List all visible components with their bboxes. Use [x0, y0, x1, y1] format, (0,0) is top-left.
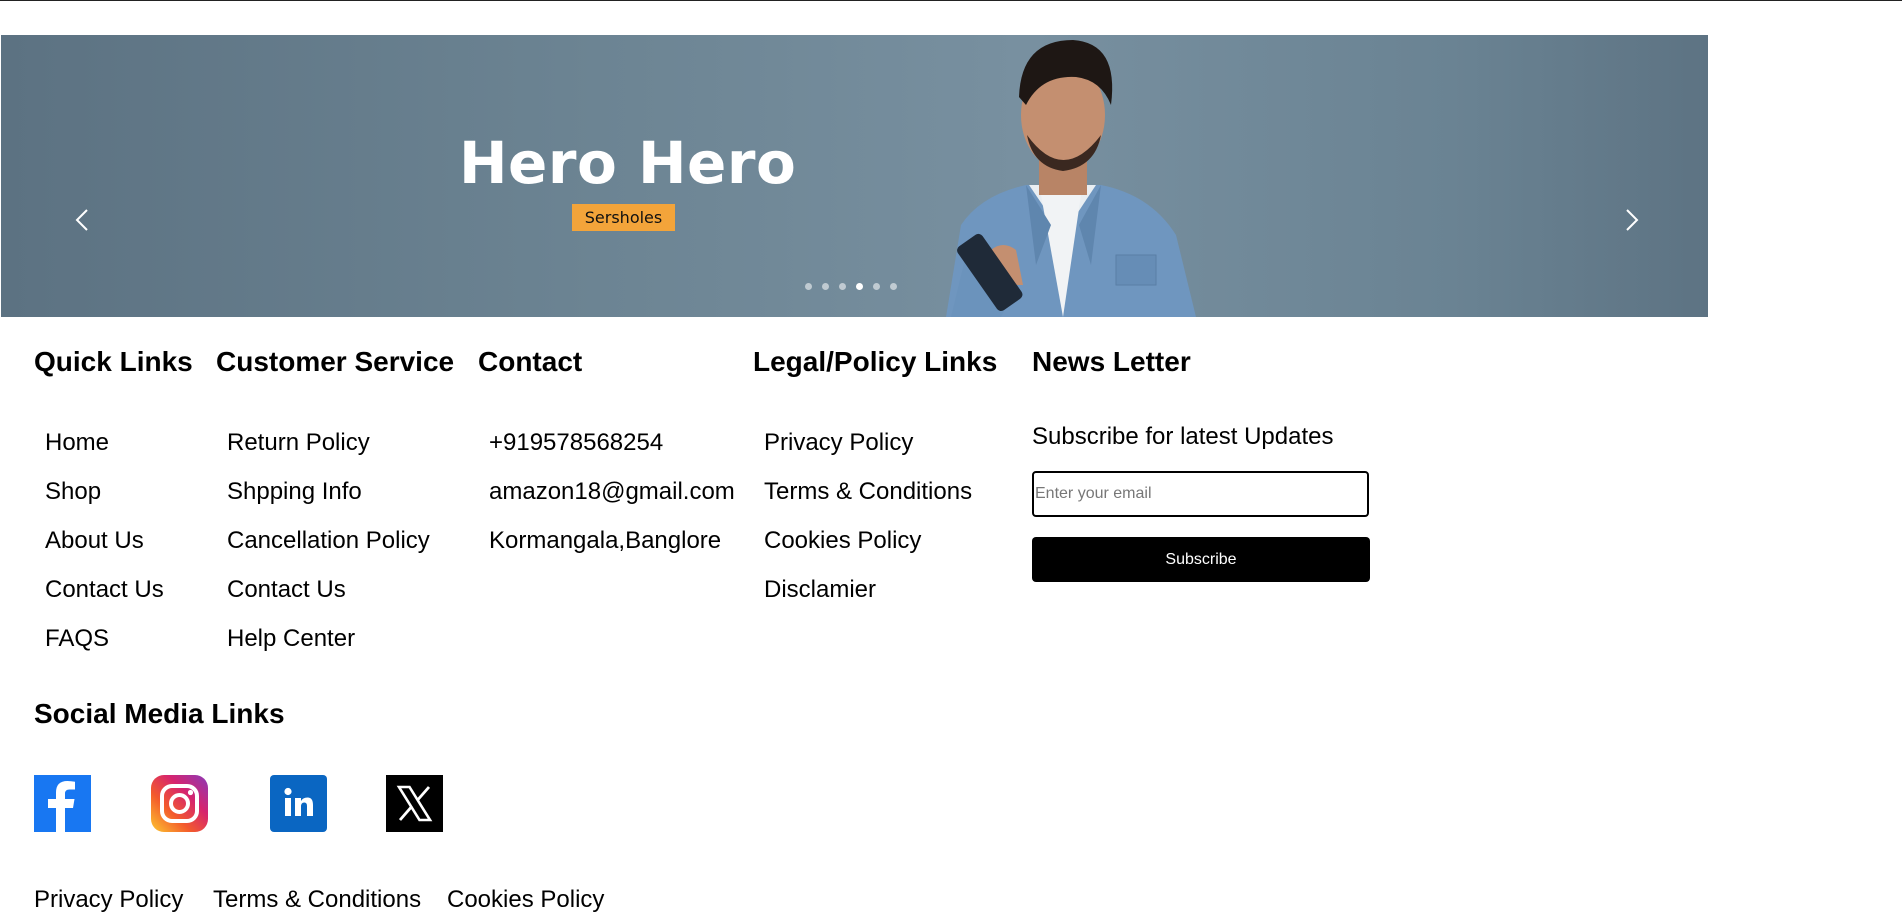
legal-link-privacy-policy[interactable]: Privacy Policy [764, 431, 972, 480]
quick-link-shop[interactable]: Shop [45, 480, 164, 529]
legal-links-section: Legal/Policy Links Privacy Policy Terms … [753, 346, 998, 602]
chevron-left-icon [75, 209, 88, 231]
quick-link-about-us[interactable]: About Us [45, 529, 164, 578]
contact-address: Kormangala,Banglore [489, 527, 722, 554]
hero-tag-badge: Sersholes [572, 204, 675, 231]
customer-service-list: Return Policy Shpping Info Cancellation … [227, 431, 430, 676]
facebook-icon[interactable] [34, 775, 91, 832]
carousel-dot[interactable] [839, 283, 846, 290]
hero-carousel: Hero Hero Sersholes [1, 35, 1708, 317]
quick-links-list: Home Shop About Us Contact Us FAQS [45, 431, 164, 676]
customer-service-heading: Customer Service [216, 346, 455, 377]
quick-link-faqs[interactable]: FAQS [45, 627, 164, 676]
cs-link-return-policy[interactable]: Return Policy [227, 431, 430, 480]
x-icon[interactable] [386, 775, 443, 832]
carousel-dot[interactable] [890, 283, 897, 290]
carousel-dot[interactable] [873, 283, 880, 290]
page-top-border [0, 0, 1902, 1]
contact-section: Contact +919578568254 amazon18@gmail.com… [478, 346, 735, 553]
carousel-prev-button[interactable] [71, 205, 95, 235]
cs-link-contact-us[interactable]: Contact Us [227, 578, 430, 627]
instagram-icon[interactable] [151, 775, 208, 832]
carousel-indicators [805, 283, 897, 290]
legal-link-cookies-policy[interactable]: Cookies Policy [764, 529, 972, 578]
hero-person-image [946, 40, 1196, 317]
cs-link-help-center[interactable]: Help Center [227, 627, 430, 676]
carousel-dot[interactable] [822, 283, 829, 290]
carousel-dot-active[interactable] [856, 283, 863, 290]
contact-phone: +919578568254 [489, 429, 664, 456]
legal-links-heading: Legal/Policy Links [753, 346, 998, 377]
newsletter-heading: News Letter [1032, 346, 1191, 377]
quick-link-home[interactable]: Home [45, 431, 164, 480]
carousel-dot[interactable] [805, 283, 812, 290]
linkedin-icon[interactable] [270, 775, 327, 832]
newsletter-subtitle: Subscribe for latest Updates [1032, 423, 1334, 450]
contact-list: +919578568254 amazon18@gmail.com Kormang… [489, 431, 735, 578]
customer-service-section: Customer Service Return Policy Shpping I… [216, 346, 455, 651]
carousel-next-button[interactable] [1619, 205, 1643, 235]
quick-links-section: Quick Links Home Shop About Us Contact U… [34, 346, 193, 651]
legal-link-terms-conditions[interactable]: Terms & Conditions [764, 480, 972, 529]
subscribe-button[interactable]: Subscribe [1032, 537, 1370, 582]
social-media-heading: Social Media Links [34, 698, 285, 729]
chevron-right-icon [1626, 209, 1639, 231]
newsletter-email-input[interactable] [1032, 471, 1369, 517]
cs-link-shipping-info[interactable]: Shpping Info [227, 480, 430, 529]
cs-link-cancellation-policy[interactable]: Cancellation Policy [227, 529, 430, 578]
contact-heading: Contact [478, 346, 583, 377]
legal-link-disclaimer[interactable]: Disclamier [764, 578, 972, 627]
contact-email: amazon18@gmail.com [489, 478, 735, 505]
quick-links-heading: Quick Links [34, 346, 193, 377]
quick-link-contact-us[interactable]: Contact Us [45, 578, 164, 627]
hero-title: Hero Hero [459, 129, 797, 197]
newsletter-section: News Letter Subscribe for latest Updates… [1032, 346, 1370, 582]
legal-links-list: Privacy Policy Terms & Conditions Cookie… [764, 431, 972, 627]
